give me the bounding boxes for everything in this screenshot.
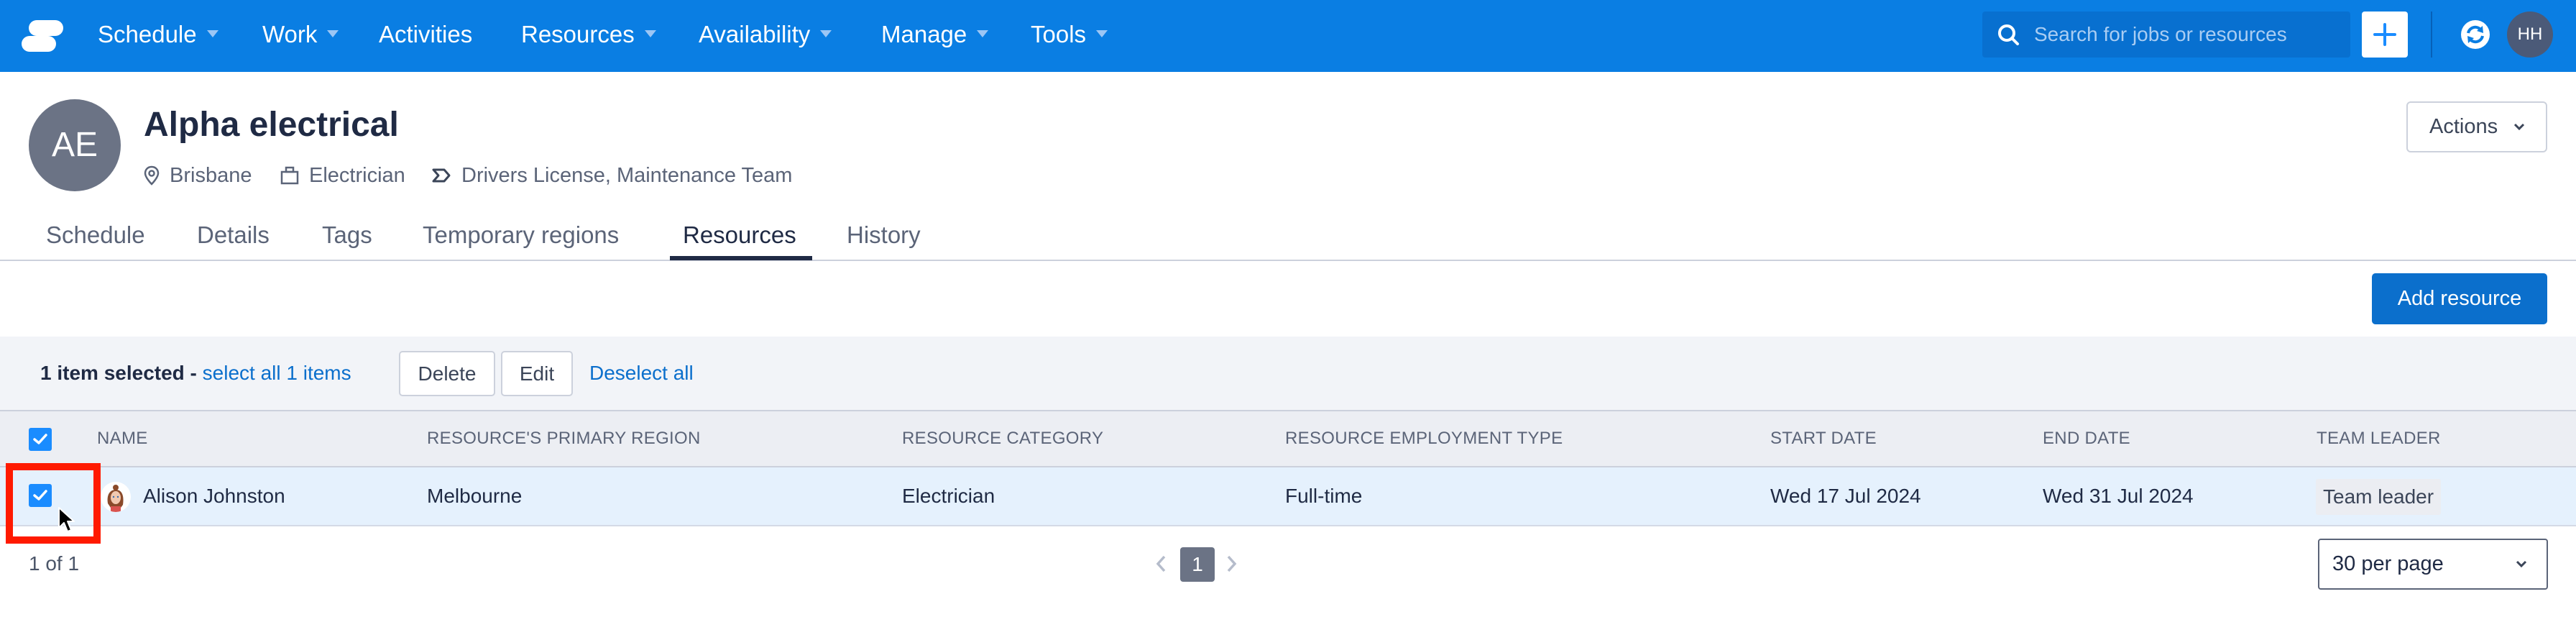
user-avatar[interactable]: HH xyxy=(2507,12,2553,58)
nav-item-resources[interactable]: Resources xyxy=(521,0,656,72)
plus-icon xyxy=(2373,23,2396,46)
tab-details[interactable]: Details xyxy=(197,216,270,260)
app-logo[interactable] xyxy=(22,20,63,52)
current-page-button[interactable]: 1 xyxy=(1180,547,1215,582)
table-header: NAME RESOURCE'S PRIMARY REGION RESOURCE … xyxy=(0,411,2576,467)
nav-label: Activities xyxy=(379,21,473,47)
cell-end-date: Wed 31 Jul 2024 xyxy=(2043,485,2194,507)
column-header-region[interactable]: RESOURCE'S PRIMARY REGION xyxy=(427,411,701,466)
nav-item-manage[interactable]: Manage xyxy=(881,0,989,72)
previous-page-icon[interactable] xyxy=(1154,551,1169,577)
chevron-down-icon xyxy=(2516,560,2527,568)
bulk-action-bar: 1 item selected - select all 1 items Del… xyxy=(0,337,2576,411)
add-resource-button[interactable]: Add resource xyxy=(2372,273,2547,324)
tab-tags[interactable]: Tags xyxy=(322,216,372,260)
resource-name-link[interactable]: Alison Johnston xyxy=(143,467,285,525)
active-tab-indicator xyxy=(670,256,812,260)
search-placeholder: Search for jobs or resources xyxy=(2034,23,2287,45)
tag-icon xyxy=(432,168,451,183)
caret-down-icon xyxy=(327,30,339,38)
caret-down-icon xyxy=(820,30,832,38)
cell-region: Melbourne xyxy=(427,485,523,507)
tags-meta: Drivers License, Maintenance Team xyxy=(431,163,792,188)
checkmark-icon xyxy=(33,434,47,444)
team-leader-badge: Team leader xyxy=(2316,479,2442,515)
nav-item-work[interactable]: Work xyxy=(262,0,339,72)
region-meta: Brisbane xyxy=(144,163,252,188)
per-page-value: 30 per page xyxy=(2332,552,2444,575)
search-input[interactable]: Search for jobs or resources xyxy=(1982,12,2350,58)
tags-text: Drivers License, Maintenance Team xyxy=(461,164,793,187)
tab-history[interactable]: History xyxy=(847,216,921,260)
column-header-end-date[interactable]: END DATE xyxy=(2043,411,2130,466)
cell-employment-type: Full-time xyxy=(1285,485,1363,507)
column-header-start-date[interactable]: START DATE xyxy=(1770,411,1877,466)
caret-down-icon xyxy=(206,30,218,38)
tab-schedule[interactable]: Schedule xyxy=(46,216,145,260)
column-header-team-leader[interactable]: TEAM LEADER xyxy=(2317,411,2441,466)
quick-add-button[interactable] xyxy=(2362,12,2408,58)
column-header-category[interactable]: RESOURCE CATEGORY xyxy=(902,411,1103,466)
category-meta: Electrician xyxy=(280,163,405,188)
cell-category: Electrician xyxy=(902,485,995,507)
nav-label: Manage xyxy=(881,21,967,47)
sync-icon[interactable] xyxy=(2461,20,2490,49)
table-row[interactable]: Alison Johnston Melbourne Electrician Fu… xyxy=(0,467,2576,526)
selection-summary: 1 item selected - select all 1 items xyxy=(40,337,351,410)
caret-down-icon xyxy=(1096,30,1108,38)
checkmark-icon xyxy=(33,490,47,501)
next-page-icon[interactable] xyxy=(1224,551,1238,577)
nav-item-availability[interactable]: Availability xyxy=(699,0,832,72)
nav-divider xyxy=(2431,12,2432,58)
results-count: 1 of 1 xyxy=(29,552,80,575)
nav-label: Availability xyxy=(699,21,811,47)
delete-button[interactable]: Delete xyxy=(399,351,495,396)
select-all-checkbox[interactable] xyxy=(29,428,52,451)
select-all-link[interactable]: select all 1 items xyxy=(203,362,351,384)
actions-dropdown-button[interactable]: Actions xyxy=(2406,101,2547,152)
nav-label: Schedule xyxy=(98,21,197,47)
edit-button[interactable]: Edit xyxy=(501,351,573,396)
nav-item-activities[interactable]: Activities xyxy=(379,0,472,72)
page-title: Alpha electrical xyxy=(144,106,399,144)
nav-label: Tools xyxy=(1031,21,1087,47)
briefcase-icon xyxy=(280,166,299,185)
per-page-select[interactable]: 30 per page xyxy=(2318,539,2548,590)
tabs-divider xyxy=(0,260,2576,261)
top-nav-bar: Schedule Work Activities Resources Avail… xyxy=(0,0,2576,72)
mouse-cursor-icon xyxy=(58,507,75,532)
tab-resources[interactable]: Resources xyxy=(683,216,796,260)
team-avatar: AE xyxy=(29,99,121,191)
person-avatar-icon xyxy=(107,485,124,512)
caret-down-icon xyxy=(977,30,989,38)
deselect-all-link[interactable]: Deselect all xyxy=(589,337,694,410)
nav-item-schedule[interactable]: Schedule xyxy=(98,0,218,72)
category-text: Electrician xyxy=(309,164,405,187)
tab-temporary-regions[interactable]: Temporary regions xyxy=(423,216,619,260)
cell-start-date: Wed 17 Jul 2024 xyxy=(1770,485,1921,507)
nav-item-tools[interactable]: Tools xyxy=(1031,0,1108,72)
row-checkbox[interactable] xyxy=(29,484,52,507)
nav-label: Resources xyxy=(521,21,635,47)
search-icon xyxy=(1998,24,2019,45)
region-text: Brisbane xyxy=(170,164,252,187)
selected-count-text: 1 item selected - xyxy=(40,362,203,384)
column-header-name[interactable]: NAME xyxy=(97,411,148,466)
column-header-employment-type[interactable]: RESOURCE EMPLOYMENT TYPE xyxy=(1285,411,1563,466)
nav-label: Work xyxy=(262,21,318,47)
caret-down-icon xyxy=(644,30,656,38)
chevron-down-icon xyxy=(2513,123,2525,131)
resource-avatar xyxy=(101,482,131,512)
actions-label: Actions xyxy=(2429,115,2498,138)
location-pin-icon xyxy=(144,165,160,186)
